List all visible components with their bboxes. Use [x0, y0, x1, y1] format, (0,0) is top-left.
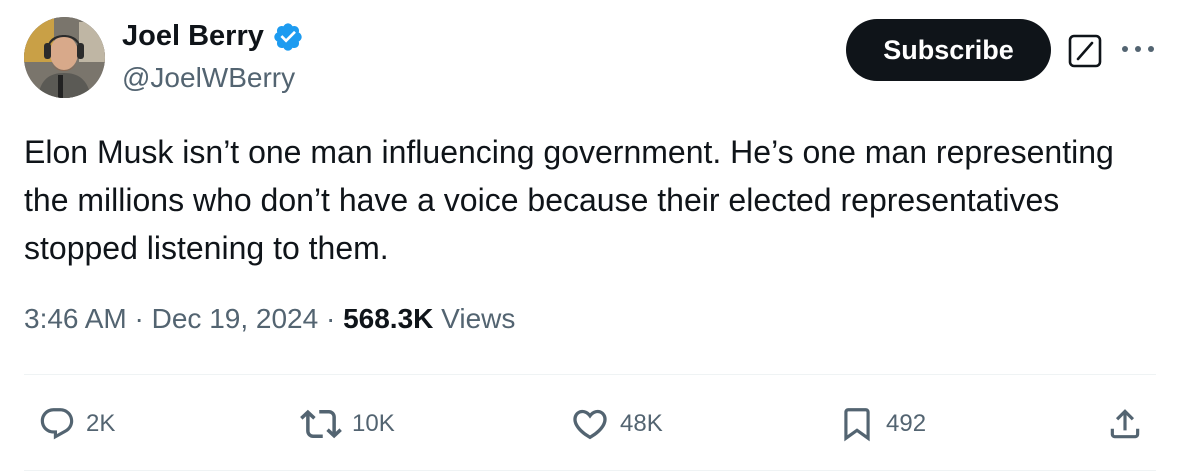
bookmark-icon	[844, 408, 870, 442]
tweet-text: Elon Musk isn’t one man influencing gove…	[24, 134, 1114, 266]
like-button[interactable]: 48K	[570, 400, 663, 448]
meta-separator: ·	[325, 303, 336, 334]
subscribe-button[interactable]: Subscribe	[846, 19, 1051, 81]
avatar[interactable]	[24, 17, 105, 98]
repost-count: 10K	[352, 410, 395, 437]
share-icon	[1110, 409, 1140, 439]
heart-icon	[573, 409, 607, 440]
reply-icon	[40, 408, 74, 440]
divider	[24, 374, 1156, 375]
tweet-date[interactable]: Dec 19, 2024	[152, 303, 319, 334]
divider	[24, 470, 1156, 471]
verified-badge-icon[interactable]	[272, 21, 304, 53]
author-handle[interactable]: @JoelWBerry	[122, 62, 295, 94]
repost-icon	[300, 409, 342, 439]
tweet-time[interactable]: 3:46 AM	[24, 303, 127, 334]
views-label: Views	[441, 303, 516, 334]
repost-button[interactable]: 10K	[300, 400, 395, 448]
reply-count: 2K	[86, 410, 116, 437]
grok-icon[interactable]	[1068, 34, 1102, 68]
more-icon[interactable]	[1118, 38, 1158, 60]
author-name-row[interactable]: Joel Berry	[122, 20, 304, 53]
share-button[interactable]	[1106, 400, 1144, 448]
like-count: 48K	[620, 410, 663, 437]
views-count: 568.3K	[343, 303, 434, 334]
meta-separator: ·	[134, 303, 144, 334]
avatar-image	[24, 17, 105, 98]
author-name[interactable]: Joel Berry	[122, 20, 264, 53]
tweet-meta: 3:46 AM · Dec 19, 2024 · 568.3K Views	[24, 303, 515, 335]
bookmark-count: 492	[886, 410, 927, 437]
reply-button[interactable]: 2K	[38, 400, 115, 448]
bookmark-button[interactable]: 492	[838, 400, 926, 448]
